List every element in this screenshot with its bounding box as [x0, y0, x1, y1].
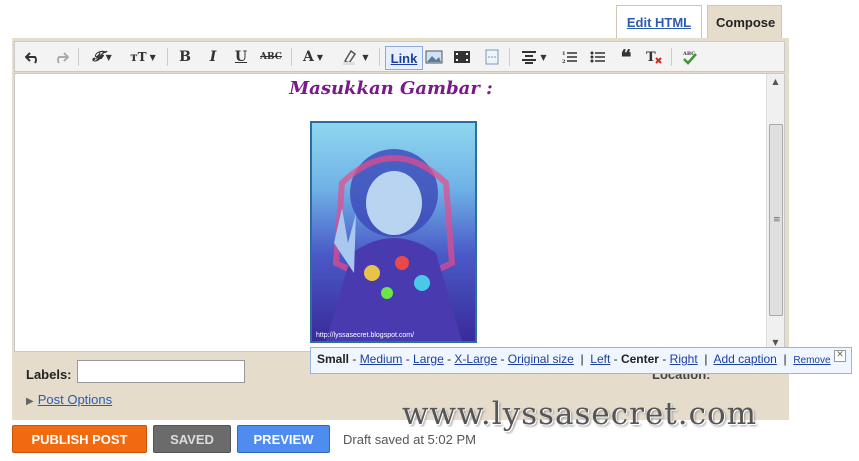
video-icon[interactable] — [451, 46, 473, 68]
preview-button[interactable]: PREVIEW — [237, 425, 330, 453]
editor-scrollbar[interactable]: ▲ ≡ ▼ — [766, 74, 784, 351]
post-heading: Masukkan Gambar : — [289, 78, 493, 99]
compose-area[interactable]: Masukkan Gambar : http://lyssasecret.blo… — [14, 73, 785, 352]
toolbar-separator — [78, 48, 79, 66]
numbered-list-icon[interactable]: 12 — [559, 46, 581, 68]
formatting-toolbar: 𝓕 ▼ тT ▼ B I U ABC A ▼ ▼ Link ▼ 12 ❝ T A… — [14, 41, 785, 72]
expand-triangle-icon: ▶ — [26, 396, 34, 407]
image-caption: http://lyssasecret.blogspot.com/ — [316, 332, 414, 339]
draft-status: Draft saved at 5:02 PM — [343, 432, 476, 447]
editor-mode-tabs: Edit HTML Compose — [616, 5, 782, 39]
remove-image-link[interactable]: Remove — [793, 355, 830, 366]
size-original[interactable]: Original size — [508, 352, 574, 366]
spellcheck-icon[interactable]: ABC — [679, 46, 701, 68]
toolbar-separator — [379, 48, 380, 66]
scroll-up-icon[interactable]: ▲ — [767, 74, 784, 90]
toolbar-separator — [509, 48, 510, 66]
bullet-list-icon[interactable] — [587, 46, 609, 68]
align-icon[interactable]: ▼ — [517, 46, 551, 68]
bold-icon[interactable]: B — [175, 46, 195, 68]
grip-icon: ≡ — [773, 215, 781, 225]
toolbar-separator — [291, 48, 292, 66]
font-size-icon[interactable]: тT ▼ — [125, 46, 161, 68]
svg-text:1: 1 — [562, 51, 565, 57]
jump-break-icon[interactable] — [481, 46, 503, 68]
size-medium[interactable]: Medium — [360, 352, 403, 366]
publish-post-button[interactable]: PUBLISH POST — [12, 425, 147, 453]
tab-edit-html[interactable]: Edit HTML — [616, 5, 702, 39]
size-xlarge[interactable]: X-Large — [454, 352, 497, 366]
image-size-popup: Small - Medium - Large - X-Large - Origi… — [310, 347, 852, 374]
toolbar-separator — [671, 48, 672, 66]
image-icon[interactable] — [423, 46, 445, 68]
scroll-thumb[interactable]: ≡ — [769, 124, 783, 316]
text-color-icon[interactable]: A ▼ — [299, 46, 327, 68]
saved-button[interactable]: SAVED — [153, 425, 231, 453]
underline-icon[interactable]: U — [231, 46, 251, 68]
redo-icon[interactable] — [51, 46, 71, 68]
post-image[interactable]: http://lyssasecret.blogspot.com/ — [310, 121, 477, 343]
labels-input[interactable] — [77, 360, 245, 383]
font-family-icon[interactable]: 𝓕 ▼ — [85, 46, 119, 68]
remove-formatting-icon[interactable]: T — [643, 46, 665, 68]
svg-text:T: T — [646, 50, 656, 65]
align-center[interactable]: Center — [621, 352, 659, 366]
add-caption-link[interactable]: Add caption — [713, 352, 776, 366]
post-options-link[interactable]: Post Options — [38, 392, 112, 407]
undo-icon[interactable] — [23, 46, 43, 68]
quote-icon[interactable]: ❝ — [615, 45, 637, 69]
highlight-icon[interactable]: ▼ — [337, 46, 373, 68]
size-small[interactable]: Small — [317, 352, 349, 366]
close-icon[interactable]: ✕ — [834, 350, 846, 362]
size-large[interactable]: Large — [413, 352, 444, 366]
toolbar-separator — [167, 48, 168, 66]
svg-text:2: 2 — [562, 59, 566, 64]
align-left[interactable]: Left — [590, 352, 610, 366]
tab-compose[interactable]: Compose — [707, 5, 782, 39]
align-right[interactable]: Right — [670, 352, 698, 366]
watermark: www.lyssasecret.com — [402, 396, 758, 432]
post-options-toggle[interactable]: ▶ Post Options — [26, 392, 112, 407]
labels-label: Labels: — [26, 367, 72, 382]
italic-icon[interactable]: I — [203, 46, 223, 68]
link-button[interactable]: Link — [385, 46, 423, 70]
strikethrough-icon[interactable]: ABC — [259, 46, 283, 68]
